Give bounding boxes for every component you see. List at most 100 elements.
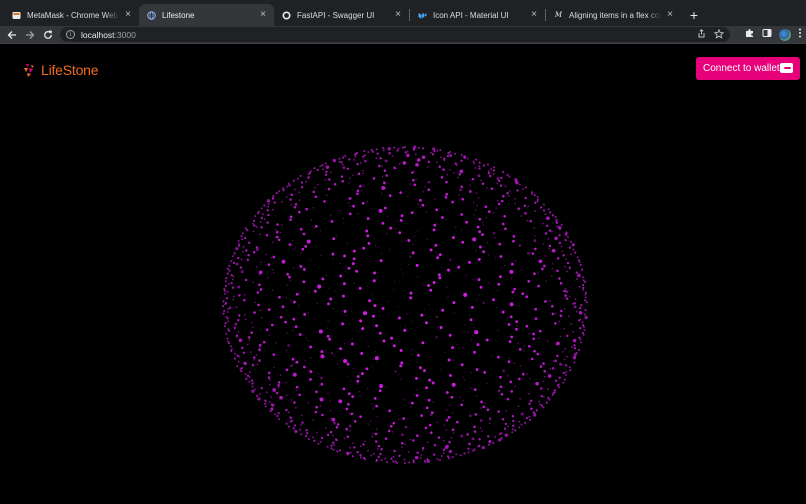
sphere-particle (397, 373, 400, 376)
close-icon[interactable]: × (123, 10, 133, 20)
sphere-particle (463, 292, 468, 297)
close-icon[interactable]: × (529, 10, 539, 20)
tab-mdn[interactable]: M Aligning items in a flex container × (546, 4, 681, 26)
extensions-puzzle-icon[interactable] (745, 28, 755, 41)
tab-material-ui[interactable]: Icon API - Material UI × (410, 4, 545, 26)
share-icon[interactable] (697, 29, 706, 40)
sphere-particle (226, 340, 229, 343)
close-icon[interactable]: × (258, 10, 268, 20)
sphere-particle (265, 233, 269, 237)
forward-button[interactable] (21, 26, 39, 43)
sphere-particle (404, 443, 406, 446)
sphere-particle (453, 359, 455, 361)
sphere-particle (475, 192, 478, 194)
wallet-icon (780, 63, 793, 73)
sphere-particle (263, 204, 266, 207)
side-panel-icon[interactable] (762, 28, 772, 41)
sphere-particle (504, 309, 507, 312)
sphere-particle (279, 231, 282, 234)
address-bar[interactable]: i localhost:3000 (60, 27, 730, 42)
tab-lifestone[interactable]: Lifestone × (139, 4, 274, 26)
sphere-particle (447, 457, 450, 460)
sphere-particle (482, 250, 486, 254)
sphere-particle (512, 239, 515, 243)
profile-avatar[interactable] (779, 28, 791, 41)
brand-logo[interactable]: LifeStone (22, 60, 99, 80)
sphere-particle (328, 337, 332, 341)
sphere-particle (223, 289, 226, 292)
sphere-particle (370, 208, 373, 210)
sphere-particle (427, 180, 431, 184)
sphere-particle (430, 151, 432, 154)
sphere-particle (570, 240, 573, 243)
sphere-particle (578, 285, 581, 288)
sphere-particle (473, 327, 475, 329)
new-tab-button[interactable]: + (685, 4, 703, 26)
sphere-particle (542, 222, 544, 225)
sphere-particle (259, 221, 262, 223)
sphere-particle (409, 183, 412, 185)
sphere-particle (508, 340, 512, 344)
sphere-particle (285, 382, 287, 384)
close-icon[interactable]: × (665, 10, 675, 20)
bookmark-star-icon[interactable] (713, 28, 725, 41)
sphere-particle (273, 201, 276, 204)
sphere-particle (563, 307, 566, 310)
sphere-particle (505, 410, 508, 412)
close-icon[interactable]: × (393, 10, 403, 20)
sphere-particle (483, 370, 487, 374)
info-icon[interactable]: i (66, 30, 75, 39)
sphere-particle (342, 156, 345, 159)
sphere-particle (391, 155, 394, 158)
arrow-right-icon (26, 30, 35, 39)
sphere-particle (492, 212, 495, 214)
sphere-particle (512, 419, 515, 423)
sphere-particle (258, 283, 261, 287)
sphere-particle (534, 210, 537, 212)
sphere-particle (490, 187, 494, 190)
sphere-particle (275, 192, 278, 195)
sphere-particle (222, 304, 225, 308)
sphere-particle (329, 297, 333, 301)
sphere-particle (472, 334, 474, 337)
connect-wallet-button[interactable]: Connect to wallet (696, 57, 800, 80)
sphere-particle (275, 230, 279, 234)
sphere-particle (403, 145, 407, 149)
sphere-particle (518, 183, 521, 186)
sphere-particle (581, 321, 584, 324)
sphere-particle (349, 380, 351, 382)
back-button[interactable] (3, 26, 21, 43)
tab-fastapi[interactable]: FastAPI - Swagger UI × (274, 4, 409, 26)
sphere-particle (425, 386, 429, 390)
sphere-particle (294, 203, 298, 206)
sphere-particle (370, 454, 373, 457)
sphere-particle (300, 181, 304, 184)
sphere-particle (257, 397, 261, 401)
sphere-particle (472, 160, 475, 163)
sphere-particle (316, 183, 319, 186)
sphere-particle (409, 438, 412, 441)
sphere-particle (509, 302, 514, 307)
sphere-particle (329, 409, 332, 412)
sphere-particle (340, 161, 343, 164)
sphere-particle (235, 306, 238, 308)
sphere-particle (432, 228, 436, 232)
sphere-particle (370, 148, 373, 151)
reload-button[interactable] (39, 26, 57, 43)
sphere-particle (353, 158, 356, 161)
sphere-particle (290, 399, 293, 401)
sphere-particle (277, 190, 281, 193)
sphere-particle (286, 185, 289, 188)
more-menu-icon[interactable] (798, 28, 802, 41)
tab-metamask[interactable]: MetaMask - Chrome Web Store × (4, 4, 139, 26)
sphere-particle (510, 390, 514, 393)
sphere-particle (540, 404, 544, 407)
mui-icon (418, 11, 427, 20)
sphere-particle (230, 348, 233, 351)
sphere-particle (357, 330, 359, 332)
sphere-particle (424, 186, 426, 188)
sphere-particle (251, 321, 253, 324)
sphere-particle (273, 413, 276, 416)
sphere-particle (544, 255, 547, 257)
sphere-particle (413, 170, 416, 173)
